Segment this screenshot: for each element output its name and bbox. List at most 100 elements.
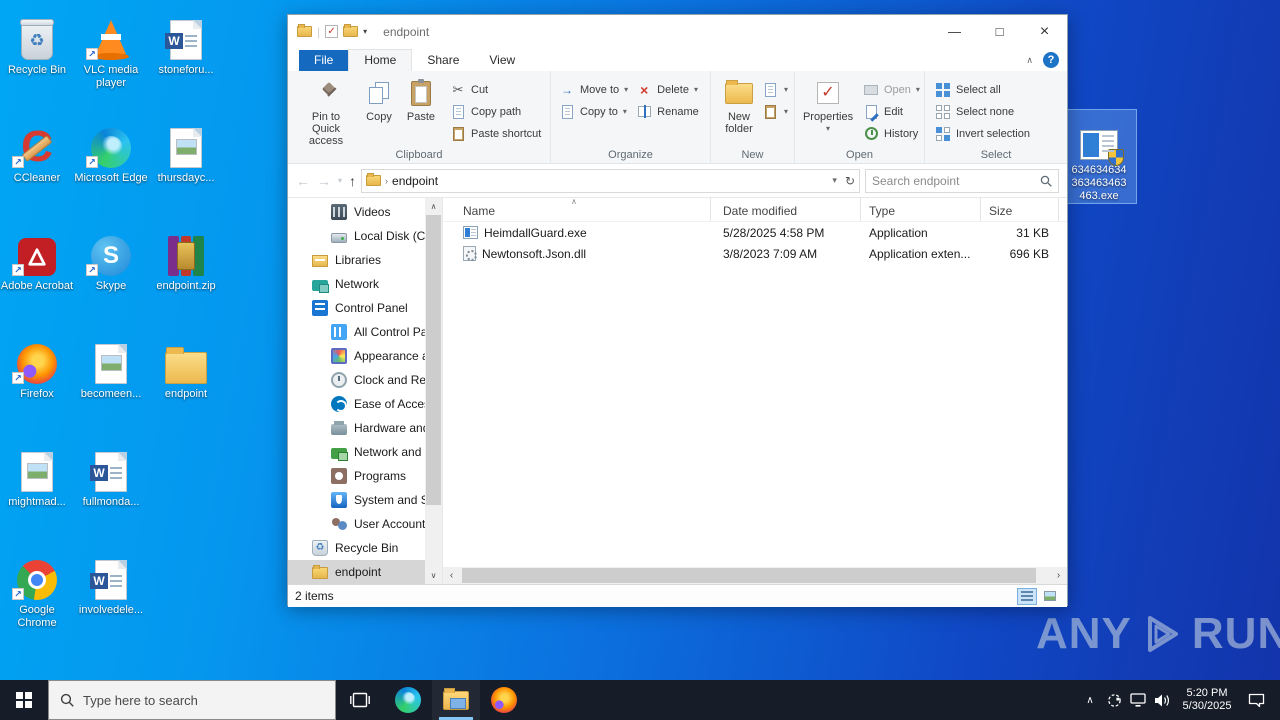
desktop-icon-edge[interactable]: ↗ Microsoft Edge: [74, 118, 148, 185]
nav-item-control-panel[interactable]: Control Panel: [288, 296, 425, 320]
taskbar-edge-button[interactable]: [384, 680, 432, 720]
details-view-button[interactable]: [1017, 587, 1037, 605]
desktop-icon-exe-selected[interactable]: 634634634 363463463 463.exe: [1061, 109, 1137, 204]
desktop-icon-chrome[interactable]: ↗ Google Chrome: [0, 550, 74, 630]
copy-to-button[interactable]: Copy to ▾: [559, 103, 628, 120]
forward-button[interactable]: →: [317, 173, 331, 189]
desktop-icon-fullmonda[interactable]: W fullmonda...: [74, 442, 148, 509]
network-icon[interactable]: [1126, 693, 1150, 707]
qat-new-folder-button[interactable]: [343, 24, 359, 37]
desktop-icon-skype[interactable]: S ↗ Skype: [74, 226, 148, 293]
properties-button[interactable]: ✓ Properties ▾: [801, 76, 855, 137]
rename-button[interactable]: Rename: [636, 103, 699, 120]
tab-file[interactable]: File: [299, 50, 349, 71]
select-none-button[interactable]: Select none: [935, 103, 1030, 120]
select-all-button[interactable]: Select all: [935, 81, 1030, 98]
desktop-icon-stoneforu[interactable]: W stoneforu...: [149, 10, 223, 77]
cut-button[interactable]: ✂ Cut: [450, 81, 541, 98]
address-dropdown[interactable]: ▾: [832, 175, 837, 186]
nav-item-network[interactable]: Network: [288, 272, 425, 296]
maximize-button[interactable]: □: [977, 15, 1022, 48]
breadcrumb[interactable]: › endpoint ▾ ↻: [361, 168, 860, 193]
nav-item-network-internet[interactable]: Network and Internet: [288, 440, 425, 464]
nav-item-appearance[interactable]: Appearance and Personalization: [288, 344, 425, 368]
scroll-left-icon[interactable]: ‹: [443, 570, 460, 581]
action-center-button[interactable]: [1240, 693, 1272, 708]
new-folder-button[interactable]: New folder: [717, 76, 761, 137]
desktop-icon-endpoint-zip[interactable]: endpoint.zip: [149, 226, 223, 293]
help-button[interactable]: ?: [1043, 52, 1059, 68]
nav-item-local-disk-c[interactable]: Local Disk (C:): [288, 224, 425, 248]
copy-button[interactable]: Copy: [358, 76, 400, 125]
paste-shortcut-button[interactable]: Paste shortcut: [450, 125, 541, 142]
desktop-icon-involvedele[interactable]: W involvedele...: [74, 550, 148, 617]
column-header-name[interactable]: Name: [443, 198, 711, 221]
scroll-down-icon[interactable]: ∨: [425, 567, 442, 584]
history-button[interactable]: History: [863, 125, 920, 142]
column-header-date-modified[interactable]: Date modified: [711, 198, 861, 221]
close-button[interactable]: ×: [1022, 15, 1067, 48]
nav-item-clock-region[interactable]: Clock and Region: [288, 368, 425, 392]
desktop-icon-mightmad[interactable]: mightmad...: [0, 442, 74, 509]
scrollbar-thumb[interactable]: [426, 215, 441, 505]
qat-properties-button[interactable]: ✓: [325, 25, 339, 38]
nav-item-videos[interactable]: Videos: [288, 200, 425, 224]
nav-item-hardware-sound[interactable]: Hardware and Sound: [288, 416, 425, 440]
qat-customize-dropdown[interactable]: ▾: [363, 27, 367, 36]
tray-expand-chevron[interactable]: ∧: [1078, 695, 1102, 706]
tab-share[interactable]: Share: [412, 50, 474, 71]
nav-item-user-accounts[interactable]: User Accounts: [288, 512, 425, 536]
pin-to-quick-access-button[interactable]: Pin to Quick access: [294, 76, 358, 149]
copy-path-button[interactable]: Copy path: [450, 103, 541, 120]
nav-item-all-control-panel-items[interactable]: All Control Panel Items: [288, 320, 425, 344]
recent-locations-dropdown[interactable]: ▾: [338, 176, 342, 185]
tab-home[interactable]: Home: [348, 49, 413, 71]
column-header-size[interactable]: Size: [981, 198, 1059, 221]
thumbnails-view-button[interactable]: [1040, 588, 1060, 605]
desktop-icon-adobe-acrobat[interactable]: ↗ Adobe Acrobat: [0, 226, 74, 293]
nav-item-ease-of-access[interactable]: Ease of Access: [288, 392, 425, 416]
easy-access-button[interactable]: ▾: [763, 103, 788, 120]
nav-item-system-security[interactable]: System and Security: [288, 488, 425, 512]
desktop-icon-firefox[interactable]: ↗ Firefox: [0, 334, 74, 401]
horizontal-scrollbar[interactable]: ‹ ›: [443, 567, 1067, 584]
collapse-ribbon-button[interactable]: ∧: [1026, 55, 1033, 66]
nav-item-libraries[interactable]: Libraries: [288, 248, 425, 272]
start-button[interactable]: [0, 680, 48, 720]
search-icon[interactable]: [1040, 175, 1052, 187]
new-item-button[interactable]: ▾: [763, 81, 788, 98]
file-row-heimdallguard[interactable]: HeimdallGuard.exe 5/28/2025 4:58 PM Appl…: [443, 222, 1067, 243]
nav-item-programs[interactable]: Programs: [288, 464, 425, 488]
open-button[interactable]: Open ▾: [863, 81, 920, 98]
tray-app-icon[interactable]: [1102, 693, 1126, 708]
task-view-button[interactable]: [336, 680, 384, 720]
scroll-up-icon[interactable]: ∧: [425, 198, 442, 215]
invert-selection-button[interactable]: Invert selection: [935, 125, 1030, 142]
back-button[interactable]: ←: [296, 173, 310, 189]
taskbar-file-explorer-button[interactable]: [432, 680, 480, 720]
move-to-button[interactable]: → Move to ▾: [559, 81, 628, 98]
tab-view[interactable]: View: [474, 50, 530, 71]
delete-button[interactable]: × Delete ▾: [636, 81, 699, 98]
edit-button[interactable]: Edit: [863, 103, 920, 120]
desktop-icon-becomeen[interactable]: becomeen...: [74, 334, 148, 401]
search-input[interactable]: [872, 173, 1036, 188]
refresh-button[interactable]: ↻: [845, 174, 855, 188]
desktop-icon-vlc[interactable]: ↗ VLC media player: [74, 10, 148, 90]
breadcrumb-path[interactable]: endpoint: [392, 174, 828, 188]
file-row-newtonsoft[interactable]: Newtonsoft.Json.dll 3/8/2023 7:09 AM App…: [443, 243, 1067, 264]
column-header-type[interactable]: Type: [861, 198, 981, 221]
desktop-icon-thursdayc[interactable]: thursdayc...: [149, 118, 223, 185]
nav-item-endpoint[interactable]: endpoint: [288, 560, 425, 584]
scroll-right-icon[interactable]: ›: [1050, 570, 1067, 581]
scrollbar-thumb[interactable]: [462, 568, 1036, 583]
minimize-button[interactable]: —: [932, 15, 977, 48]
desktop-icon-recycle-bin[interactable]: ♻ Recycle Bin: [0, 10, 74, 77]
volume-icon[interactable]: [1150, 693, 1174, 708]
paste-button[interactable]: Paste: [400, 76, 442, 125]
up-button[interactable]: ↑: [349, 173, 356, 189]
taskbar-clock[interactable]: 5:20 PM 5/30/2025: [1174, 687, 1240, 713]
desktop-icon-endpoint-folder[interactable]: endpoint: [149, 334, 223, 401]
taskbar-firefox-button[interactable]: [480, 680, 528, 720]
nav-item-recycle-bin[interactable]: ♻ Recycle Bin: [288, 536, 425, 560]
